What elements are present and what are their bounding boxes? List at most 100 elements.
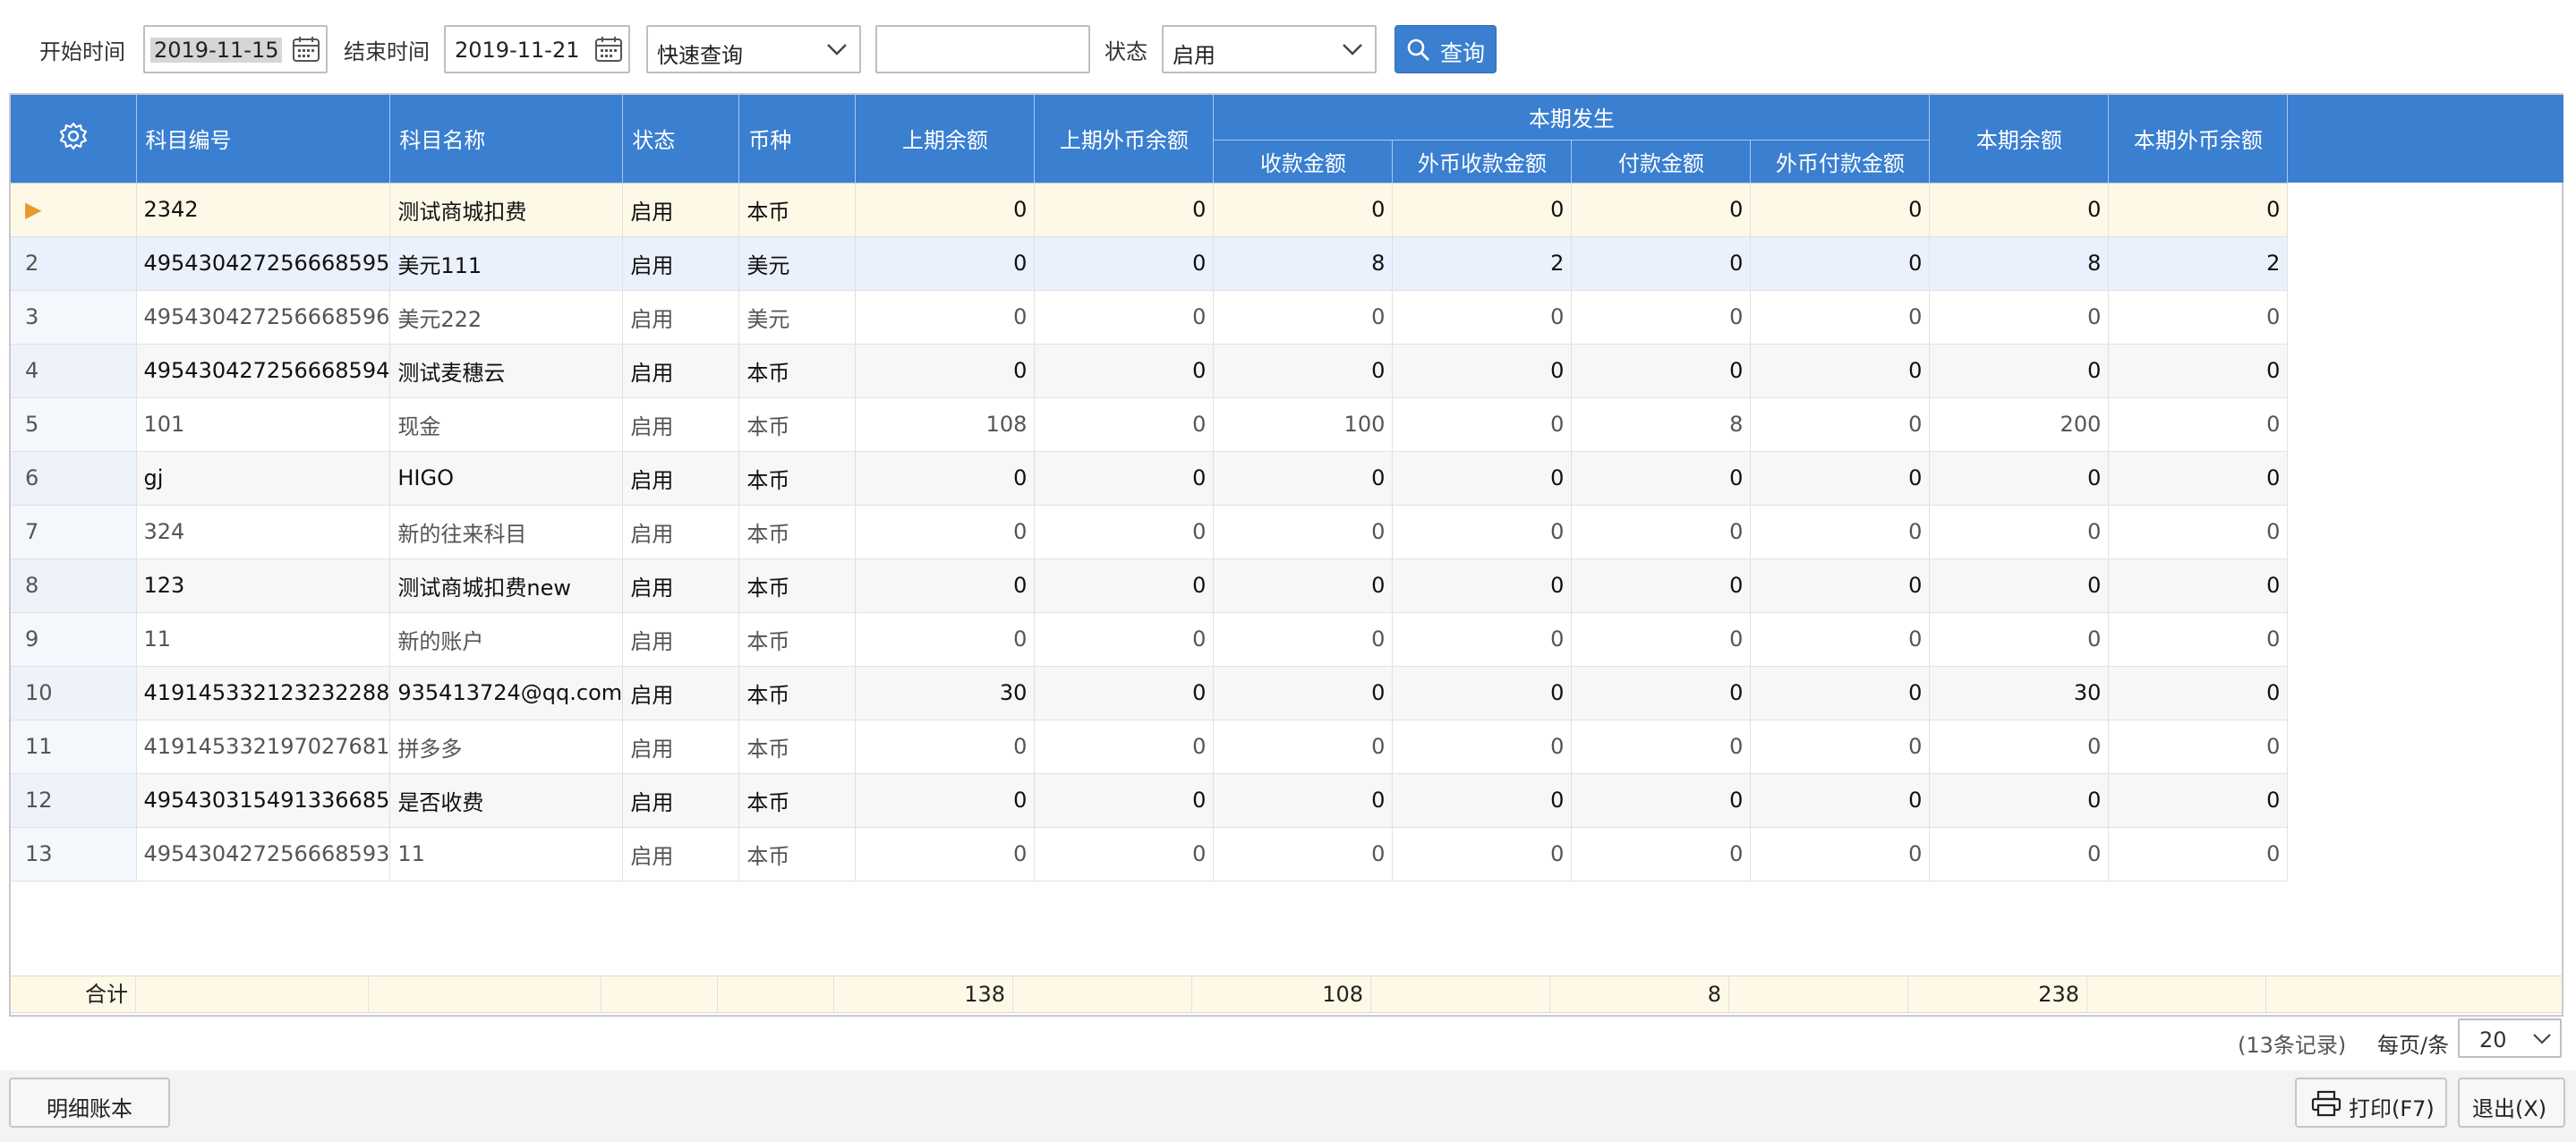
cell-name: 测试商城扣费new — [389, 558, 624, 613]
cell-fx-receipt: 0 — [1392, 666, 1573, 720]
column-settings-header[interactable] — [11, 95, 137, 183]
header-status[interactable]: 状态 — [622, 95, 740, 183]
start-date-field[interactable]: 2019-11-15 — [143, 25, 328, 73]
cell-name: HIGO — [389, 451, 624, 506]
header-fx-receipt[interactable]: 外币收款金额 — [1392, 140, 1573, 183]
exit-button[interactable]: 退出(X) — [2458, 1078, 2565, 1128]
cell-fx-receipt: 0 — [1392, 612, 1573, 667]
cell-prev-balance: 0 — [855, 344, 1036, 398]
query-button-label: 查询 — [1440, 40, 1486, 66]
detail-ledger-button[interactable]: 明细账本 — [9, 1078, 170, 1128]
table-row[interactable]: 5 101 现金 启用 本币 108 0 100 0 8 0 200 0 — [11, 397, 2289, 452]
cell-payment: 0 — [1571, 290, 1752, 345]
cell-status: 启用 — [622, 827, 740, 882]
cell-prev-fx-balance: 0 — [1034, 666, 1215, 720]
header-balance[interactable]: 本期余额 — [1929, 95, 2110, 183]
cell-fx-payment: 0 — [1750, 344, 1931, 398]
end-date-field[interactable]: 2019-11-21 — [444, 25, 630, 73]
quick-query-select[interactable]: 快速查询 — [646, 25, 861, 73]
cell-name: 935413724@qq.com — [389, 666, 624, 720]
print-button[interactable]: 打印(F7) — [2295, 1078, 2447, 1128]
detail-ledger-label: 明细账本 — [47, 1096, 132, 1121]
cell-prev-fx-balance: 0 — [1034, 397, 1215, 452]
record-count: (13条记录) — [2238, 1033, 2347, 1058]
header-fx-payment[interactable]: 外币付款金额 — [1750, 140, 1931, 183]
cell-prev-fx-balance: 0 — [1034, 183, 1215, 237]
total-prev-balance: 138 — [834, 976, 1013, 1012]
cell-receipt: 0 — [1213, 183, 1394, 237]
cell-fx-balance: 0 — [2108, 344, 2289, 398]
table-row[interactable]: 11 419145332197027681 拼多多 启用 本币 0 0 0 0 0 0 0 0 — [11, 720, 2289, 774]
header-fx-balance[interactable]: 本期外币余额 — [2108, 95, 2289, 183]
cell-balance: 0 — [1929, 290, 2110, 345]
cell-fx-receipt: 0 — [1392, 451, 1573, 506]
chevron-down-icon — [827, 44, 847, 55]
header-receipt[interactable]: 收款金额 — [1213, 140, 1394, 183]
total-receipt: 108 — [1192, 976, 1371, 1012]
header-prev-fx-balance[interactable]: 上期外币余额 — [1034, 95, 1215, 183]
cell-name: 现金 — [389, 397, 624, 452]
cell-payment: 0 — [1571, 612, 1752, 667]
cell-status: 启用 — [622, 558, 740, 613]
row-index: 11 — [11, 720, 137, 774]
table-row[interactable]: 10 419145332123232288 935413724@qq.com 启用 本币… — [11, 666, 2289, 720]
cell-balance: 8 — [1929, 236, 2110, 291]
header-code[interactable]: 科目编号 — [136, 95, 391, 183]
cell-status: 启用 — [622, 612, 740, 667]
totals-label: 合计 — [11, 976, 136, 1012]
cell-payment: 8 — [1571, 397, 1752, 452]
row-index: 4 — [11, 344, 137, 398]
cell-fx-payment: 0 — [1750, 720, 1931, 774]
cell-currency: 美元 — [738, 236, 857, 291]
per-page-select[interactable]: 20 — [2458, 1018, 2562, 1058]
table-row[interactable]: 2 495430427256668595 美元111 启用 美元 0 0 8 2 0 0 8 2 — [11, 236, 2289, 291]
gear-icon[interactable] — [58, 121, 89, 151]
table-row[interactable]: 13 495430427256668593 11 启用 本币 0 0 0 0 0 0 0 0 — [11, 827, 2289, 882]
table-row[interactable]: 12 495430315491336685 是否收费 启用 本币 0 0 0 0 0 0 0 0 — [11, 773, 2289, 828]
table-row[interactable]: 9 11 新的账户 启用 本币 0 0 0 0 0 0 0 0 — [11, 612, 2289, 667]
table-row[interactable]: 7 324 新的往来科目 启用 本币 0 0 0 0 0 0 0 0 — [11, 505, 2289, 559]
cell-fx-receipt: 0 — [1392, 720, 1573, 774]
cell-fx-balance: 0 — [2108, 505, 2289, 559]
table-row[interactable]: 4 495430427256668594 测试麦穗云 启用 本币 0 0 0 0 0 0 0 0 — [11, 344, 2289, 398]
search-input[interactable] — [875, 25, 1090, 73]
table-row[interactable]: 8 123 测试商城扣费new 启用 本币 0 0 0 0 0 0 0 0 — [11, 558, 2289, 613]
cell-fx-receipt: 0 — [1392, 397, 1573, 452]
table-row[interactable]: 6 gj HIGO 启用 本币 0 0 0 0 0 0 0 0 — [11, 451, 2289, 506]
cell-status: 启用 — [622, 236, 740, 291]
header-prev-balance[interactable]: 上期余额 — [855, 95, 1036, 183]
cell-fx-balance: 0 — [2108, 612, 2289, 667]
cell-fx-receipt: 0 — [1392, 183, 1573, 237]
cell-balance: 0 — [1929, 451, 2110, 506]
chevron-down-icon — [2533, 1034, 2551, 1044]
cell-prev-fx-balance: 0 — [1034, 451, 1215, 506]
cell-prev-balance: 0 — [855, 183, 1036, 237]
header-payment[interactable]: 付款金额 — [1571, 140, 1752, 183]
cell-payment: 0 — [1571, 505, 1752, 559]
cell-prev-fx-balance: 0 — [1034, 612, 1215, 667]
cell-receipt: 0 — [1213, 612, 1394, 667]
cell-status: 启用 — [622, 344, 740, 398]
cell-balance: 30 — [1929, 666, 2110, 720]
cell-fx-payment: 0 — [1750, 236, 1931, 291]
query-button[interactable]: 查询 — [1395, 25, 1497, 73]
table-row[interactable]: ▶ 2342 测试商城扣费 启用 本币 0 0 0 0 0 0 0 0 — [11, 183, 2289, 237]
cell-prev-balance: 30 — [855, 666, 1036, 720]
row-index: 8 — [11, 558, 137, 613]
header-name[interactable]: 科目名称 — [389, 95, 624, 183]
cell-code: 101 — [136, 397, 391, 452]
cell-prev-balance: 0 — [855, 827, 1036, 882]
cell-fx-balance: 0 — [2108, 666, 2289, 720]
cell-prev-balance: 0 — [855, 558, 1036, 613]
cell-code: 495430427256668594 — [136, 344, 391, 398]
cell-name: 11 — [389, 827, 624, 882]
cell-fx-receipt: 0 — [1392, 827, 1573, 882]
cell-fx-payment: 0 — [1750, 827, 1931, 882]
table-row[interactable]: 3 495430427256668596 美元222 启用 美元 0 0 0 0 0 0 0 0 — [11, 290, 2289, 345]
calendar-icon[interactable] — [594, 36, 623, 63]
header-currency[interactable]: 币种 — [738, 95, 857, 183]
balance-table: 科目编号 科目名称 状态 币种 上期余额 上期外币余额 本期发生 本期余额 本期… — [11, 95, 2289, 882]
cell-prev-balance: 0 — [855, 451, 1036, 506]
calendar-icon[interactable] — [292, 36, 320, 63]
status-select[interactable]: 启用 — [1162, 25, 1377, 73]
